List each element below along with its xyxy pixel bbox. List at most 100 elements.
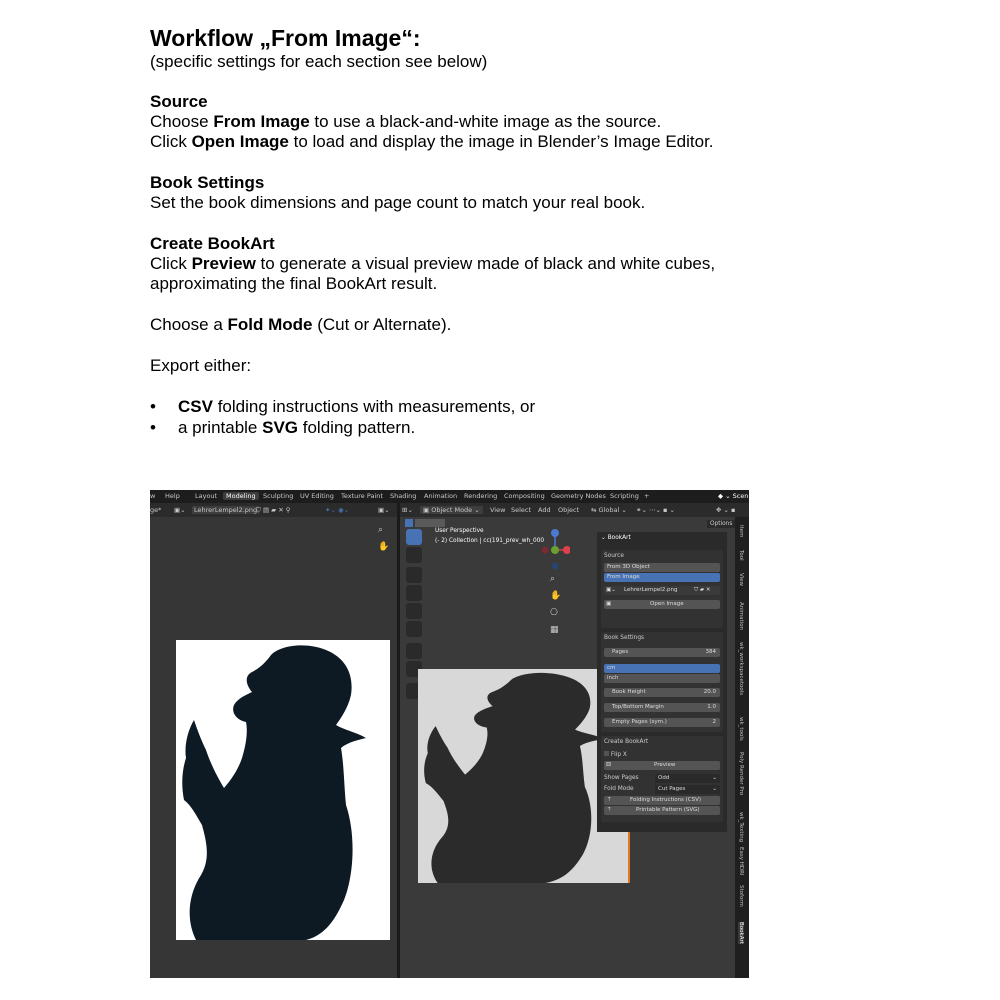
list-item: • CSV folding instructions with measureme… xyxy=(150,397,536,416)
margin-field[interactable]: Top/Bottom Margin 1.0 xyxy=(604,703,720,712)
image-actions-icons[interactable]: ⛉ ▤ ▰ ✕ ⚲ xyxy=(256,506,291,515)
unit-inch[interactable]: inch xyxy=(604,674,720,683)
create-line-2: approximating the final BookArt result. xyxy=(150,274,438,293)
export-list: • CSV folding instructions with measureme… xyxy=(150,397,850,438)
viewport-toolbar-top[interactable] xyxy=(405,519,450,527)
overlay-icon[interactable]: ✦⌄ ◉⌄ xyxy=(325,506,349,514)
tab-wk-tools[interactable]: wk_tools xyxy=(738,717,744,741)
tab-shading[interactable]: Shading xyxy=(390,492,416,500)
tab-wk-texting[interactable]: wk_Texting xyxy=(738,812,744,842)
tab-uv-editing[interactable]: UV Editing xyxy=(300,492,334,500)
fold-mode-select[interactable]: Cut Pages ⌄ xyxy=(655,785,720,794)
scene-selector[interactable]: ◆ ⌄ Scen xyxy=(718,492,748,500)
menu-select[interactable]: Select xyxy=(511,506,531,514)
menu-view[interactable]: View xyxy=(490,506,505,514)
navigation-gizmo[interactable] xyxy=(540,525,570,575)
zoom-view-icon[interactable]: ⌕ xyxy=(550,574,555,584)
unit-cm[interactable]: cm xyxy=(604,664,720,673)
export-line: Export either: xyxy=(150,356,252,375)
editor-type-icon[interactable]: ⊞⌄ xyxy=(402,506,413,514)
mode-select[interactable]: ▣ Object Mode ⌄ xyxy=(420,506,483,514)
flip-x-checkbox[interactable]: Flip X xyxy=(604,751,627,758)
select-box-icon[interactable] xyxy=(405,519,413,527)
image-selector[interactable]: ▣⌄ LehrerLempel2.png ⛉ ▰ ✕ xyxy=(604,586,720,595)
camera-view-icon[interactable]: ⎔ xyxy=(550,608,558,618)
tool-cursor[interactable] xyxy=(406,547,422,563)
image-editor-mode[interactable]: ge* xyxy=(150,506,161,514)
display-channels-icon[interactable]: ▣⌄ xyxy=(378,506,390,514)
source-line-1: Choose From Image to use a black-and-whi… xyxy=(150,112,662,131)
panel-title[interactable]: ⌄ BookArt xyxy=(601,535,631,541)
tool-scale[interactable] xyxy=(406,603,422,619)
add-workspace-button[interactable]: + xyxy=(644,492,649,500)
tool-annotate[interactable] xyxy=(406,643,422,659)
book-settings-section: Book Settings Pages 384 cm inch Book Heig… xyxy=(601,632,723,732)
tab-scripting[interactable]: Scripting xyxy=(610,492,639,500)
page-subtitle: (specific settings for each section see … xyxy=(150,52,488,71)
tool-transform[interactable] xyxy=(406,621,422,637)
silhouette-image xyxy=(182,645,366,940)
selection-modes-icon[interactable] xyxy=(415,519,445,527)
empty-pages-field[interactable]: Empty Pages (sym.) 2 xyxy=(604,718,720,727)
tab-workspacetools[interactable]: wk_workspacetools xyxy=(738,642,744,695)
tab-sculpting[interactable]: Sculpting xyxy=(263,492,293,500)
menu-object[interactable]: Object xyxy=(558,506,579,514)
tab-compositing[interactable]: Compositing xyxy=(504,492,545,500)
ortho-toggle-icon[interactable]: ▦ xyxy=(550,625,559,635)
pages-field[interactable]: Pages 384 xyxy=(604,648,720,657)
orientation-select[interactable]: ⇆ Global ⌄ xyxy=(591,506,627,514)
image-editor-header: ge* ▣⌄ LehrerLempel2.png ⛉ ▤ ▰ ✕ ⚲ ✦⌄ ◉⌄… xyxy=(150,503,397,517)
export-csv-button[interactable]: ⇡ Folding Instructions (CSV) xyxy=(604,796,720,805)
source-option-image[interactable]: From Image xyxy=(604,573,720,582)
tab-modeling[interactable]: Modeling xyxy=(223,492,259,500)
tab-tool[interactable]: Tool xyxy=(738,550,744,561)
viewport-header: ⊞⌄ ▣ Object Mode ⌄ View Select Add Objec… xyxy=(400,503,749,517)
snap-icons[interactable]: ⚭⌄ ⋯⌄ ▪ ⌄ xyxy=(636,506,675,514)
export-svg-button[interactable]: ⇡ Printable Pattern (SVG) xyxy=(604,806,720,815)
source-section: Source From 3D Object From Image ▣⌄ Lehre… xyxy=(601,550,723,628)
tool-move[interactable] xyxy=(406,567,422,583)
image-browse-icon[interactable]: ▣⌄ xyxy=(174,506,186,514)
collapse-icon: ⌄ xyxy=(601,535,608,541)
source-option-3d[interactable]: From 3D Object xyxy=(604,563,720,572)
tab-animation[interactable]: Animation xyxy=(424,492,457,500)
export-icon: ⇡ xyxy=(607,807,612,813)
zoom-icon[interactable]: ⌕ xyxy=(378,525,383,535)
preview-button[interactable]: ⚄ Preview xyxy=(604,761,720,770)
tab-easy-hdri[interactable]: Easy HDRI xyxy=(738,847,744,876)
source-label: Source xyxy=(604,553,624,559)
image-actions-icons: ⛉ ▰ ✕ xyxy=(694,587,711,593)
tab-animation[interactable]: Animation xyxy=(738,602,744,630)
menu-item[interactable]: w xyxy=(150,492,155,500)
document-text: Workflow „From Image“: (specific setting… xyxy=(150,24,850,438)
image-name-field[interactable]: LehrerLempel2.png xyxy=(192,506,260,514)
gizmo-icons[interactable]: ✥ ⌄ ▪ xyxy=(716,506,735,514)
bookart-panel: ⌄ BookArt Source From 3D Object From Ima… xyxy=(597,532,727,832)
tab-view[interactable]: View xyxy=(738,573,744,586)
create-bookart-section: Create BookArt Flip X ⚄ Preview Show Page… xyxy=(601,736,723,822)
create-heading: Create BookArt xyxy=(150,234,275,253)
tab-geometry-nodes[interactable]: Geometry Nodes xyxy=(551,492,606,500)
tool-rotate[interactable] xyxy=(406,585,422,601)
menu-help[interactable]: Help xyxy=(165,492,180,500)
menu-add[interactable]: Add xyxy=(538,506,551,514)
tab-texture-paint[interactable]: Texture Paint xyxy=(341,492,383,500)
create-label: Create BookArt xyxy=(604,739,649,745)
tab-bookart[interactable]: BookArt xyxy=(738,922,744,944)
image-editor[interactable]: ⌕ ✋ xyxy=(150,517,397,978)
tab-layout[interactable]: Layout xyxy=(195,492,217,500)
tool-select[interactable] xyxy=(406,529,422,545)
tab-poly-render-pro[interactable]: Poly Render Pro xyxy=(738,752,744,795)
tab-stoform[interactable]: Stoform xyxy=(738,885,744,907)
pan-view-icon[interactable]: ✋ xyxy=(550,591,561,601)
preview-icon: ⚄ xyxy=(606,762,611,768)
book-height-field[interactable]: Book Height 20.0 xyxy=(604,688,720,697)
loaded-image xyxy=(176,640,390,940)
sidebar-tabs: Item Tool View Animation wk_workspacetoo… xyxy=(735,517,749,978)
open-image-button[interactable]: ▣ Open Image xyxy=(604,600,720,609)
tab-item[interactable]: Item xyxy=(738,525,744,538)
tab-rendering[interactable]: Rendering xyxy=(464,492,497,500)
source-line-2: Click Open Image to load and display the… xyxy=(150,132,714,151)
show-pages-select[interactable]: Odd ⌄ xyxy=(655,774,720,783)
hand-icon[interactable]: ✋ xyxy=(378,542,389,552)
